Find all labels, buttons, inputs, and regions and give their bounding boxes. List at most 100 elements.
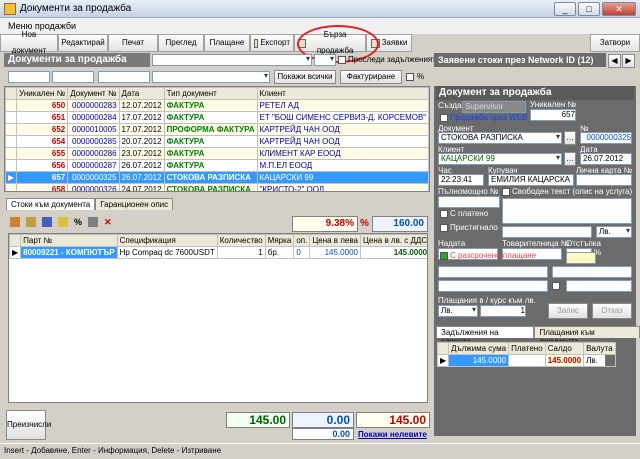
- documents-table[interactable]: Уникален № Документ № Дата Тип документ …: [4, 86, 430, 192]
- export-button[interactable]: Експорт: [250, 34, 294, 52]
- copy-item-icon[interactable]: [26, 217, 36, 227]
- doc-lookup-button[interactable]: …: [564, 131, 576, 145]
- col-price[interactable]: Цена в лева: [309, 234, 361, 247]
- close-window-button[interactable]: ✕: [602, 2, 636, 16]
- tab-client-debts[interactable]: Задължения на клиента: [436, 326, 535, 346]
- edit-button[interactable]: Редактирай: [58, 34, 108, 52]
- next-arrow-button[interactable]: ▶: [622, 54, 635, 68]
- preview-button[interactable]: Преглед: [158, 34, 204, 52]
- doc-type-filter[interactable]: [152, 54, 312, 66]
- delete-icon[interactable]: ✕: [104, 217, 112, 228]
- percent-checkbox[interactable]: [406, 73, 414, 81]
- unique-field: 657: [530, 109, 576, 121]
- col-unit[interactable]: Мярка: [264, 234, 295, 247]
- prev-arrow-button[interactable]: ◀: [608, 54, 621, 68]
- proxy-field[interactable]: [438, 196, 500, 208]
- client-select[interactable]: КАЦАРСКИ 99: [438, 153, 562, 165]
- doc-type-select[interactable]: СТОКОВА РАЗПИСКА: [438, 132, 562, 144]
- extra-field-4[interactable]: [566, 280, 632, 292]
- col-client[interactable]: Клиент: [256, 87, 429, 100]
- row-indicator-header: [5, 87, 18, 100]
- filter-field-3[interactable]: [98, 71, 150, 83]
- arrived-checkbox[interactable]: [440, 224, 448, 232]
- filter-combo-2[interactable]: [314, 54, 336, 66]
- print-button[interactable]: Печат: [108, 34, 158, 52]
- buyer-field[interactable]: ЕМИЛИЯ КАЦАРСКА: [488, 174, 574, 186]
- arrived-field[interactable]: [502, 226, 592, 238]
- col-type[interactable]: Тип документ: [163, 87, 258, 100]
- web-sale-checkbox[interactable]: [440, 114, 448, 122]
- new-doc-button[interactable]: Нов документ: [0, 30, 58, 55]
- table-row[interactable]: 651 0000000284 17.07.2012 ФАКТУРА ЕТ "БОШ СИ…: [5, 111, 429, 124]
- col-spec[interactable]: Спецификация: [116, 234, 218, 247]
- table-row[interactable]: 654 0000000285 20.07.2012 ФАКТУРА КАРТРЕЙД Ч…: [5, 135, 429, 148]
- sort-icon[interactable]: [42, 217, 52, 227]
- client-lookup-button[interactable]: …: [564, 152, 576, 166]
- show-debts-link[interactable]: Покажи нелевите: [358, 430, 427, 439]
- extra-field-2[interactable]: [552, 266, 632, 278]
- percent-icon[interactable]: %: [74, 217, 82, 228]
- discount-percent: 9.38%: [292, 216, 358, 232]
- calculator-icon[interactable]: [88, 217, 99, 227]
- col-doc[interactable]: Документ №: [67, 87, 120, 100]
- col-part[interactable]: Парт №: [20, 234, 118, 247]
- date-field[interactable]: 26.07.2012: [580, 153, 632, 165]
- recalc-button[interactable]: Преизчисли: [6, 410, 51, 440]
- extra-checkbox[interactable]: [552, 282, 560, 290]
- free-text-area[interactable]: [502, 198, 632, 224]
- payment-button[interactable]: Плащане: [204, 34, 250, 52]
- items-table[interactable]: Парт № Спецификация Количество Мярка оп.…: [8, 233, 428, 403]
- created-by-field: Supervisor: [462, 101, 526, 113]
- maximize-button[interactable]: □: [578, 2, 600, 16]
- currency-select[interactable]: Лв.: [596, 226, 632, 238]
- total-amount-2: 0.00: [292, 412, 354, 428]
- table-row[interactable]: 655 0000000286 23.07.2012 ФАКТУРА КЛИМЕНТ КА…: [5, 147, 429, 160]
- show-all-button[interactable]: Покажи всички: [274, 70, 336, 84]
- installment-label: С разсрочено плащане: [450, 251, 537, 260]
- col-price-vat[interactable]: Цена в лв. с ДДС: [359, 234, 427, 247]
- installment-field[interactable]: [566, 252, 596, 264]
- col-unique[interactable]: Уникален №: [16, 87, 69, 100]
- col-date[interactable]: Дата: [118, 87, 165, 100]
- pay-rate-field[interactable]: 1: [480, 305, 526, 317]
- table-row-selected[interactable]: ▶ 657 0000000325 26.07.2012 СТОКОВА РАЗПИСКА…: [5, 171, 429, 184]
- col-op[interactable]: оп.: [293, 234, 311, 247]
- extra-field-1[interactable]: [438, 266, 548, 278]
- pay-currency-select[interactable]: Лв.: [438, 305, 478, 317]
- installment-checkbox[interactable]: [440, 252, 448, 260]
- tab-goods[interactable]: Стоки към документа: [6, 198, 96, 210]
- table-row[interactable]: 658 0000000326 24.07.2012 СТОКОВА РАЗПИСКА "…: [5, 183, 429, 191]
- invoicing-button[interactable]: Фактуриране: [340, 70, 402, 84]
- item-toolbar: % ✕: [10, 217, 112, 228]
- cancel-button[interactable]: Отказ: [592, 303, 632, 319]
- minimize-button[interactable]: _: [554, 2, 576, 16]
- extra-field-3[interactable]: [438, 280, 548, 292]
- save-button[interactable]: Запис: [548, 303, 588, 319]
- tab-doc-payments[interactable]: Плащания към документа: [534, 326, 640, 346]
- table-row[interactable]: 652 0000010005 17.07.2012 ПРОФОРМА ФАКТУРА К…: [5, 123, 429, 136]
- table-row[interactable]: 650 0000000283 12.07.2012 ФАКТУРА РЕТЕЛ АД: [5, 99, 429, 112]
- discount-sign: %: [360, 218, 369, 229]
- tab-warranty[interactable]: Гаранционен опис: [95, 198, 174, 210]
- filter-field-1[interactable]: [8, 71, 50, 83]
- filter-type-combo[interactable]: [152, 71, 270, 83]
- doc-number-field[interactable]: 0000000325: [580, 132, 632, 144]
- table-row[interactable]: 656 0000000287 26.07.2012 ФАКТУРА М.П.ЕЛ ЕОО…: [5, 159, 429, 172]
- hour-field[interactable]: 22:23:41: [438, 174, 484, 186]
- folder-icon[interactable]: [58, 217, 68, 227]
- add-item-icon[interactable]: [10, 217, 20, 227]
- free-text-checkbox[interactable]: [502, 188, 510, 196]
- pending-checkbox[interactable]: [338, 56, 346, 64]
- debt-tabs: Задължения на клиента Плащания към докум…: [436, 326, 640, 346]
- col-qty[interactable]: Количество: [216, 234, 266, 247]
- filter-field-2[interactable]: [52, 71, 94, 83]
- close-button[interactable]: Затвори: [590, 34, 640, 52]
- total-amount-1: 145.00: [226, 412, 290, 428]
- id-card-field[interactable]: [576, 174, 632, 186]
- debts-table[interactable]: Дължима сума Платено Салдо Валута ▶ 145.…: [436, 341, 616, 367]
- orders-button[interactable]: Заявки: [366, 34, 412, 52]
- paid-checkbox[interactable]: [440, 210, 448, 218]
- item-row[interactable]: ▶ 80009221 - КОМПЮТЪР Hp Compaq dc 7600U…: [9, 246, 427, 259]
- debt-row[interactable]: ▶ 145.0000 145.0000 Лв.: [436, 354, 616, 367]
- quick-sale-button[interactable]: Бърза продажба: [294, 30, 366, 55]
